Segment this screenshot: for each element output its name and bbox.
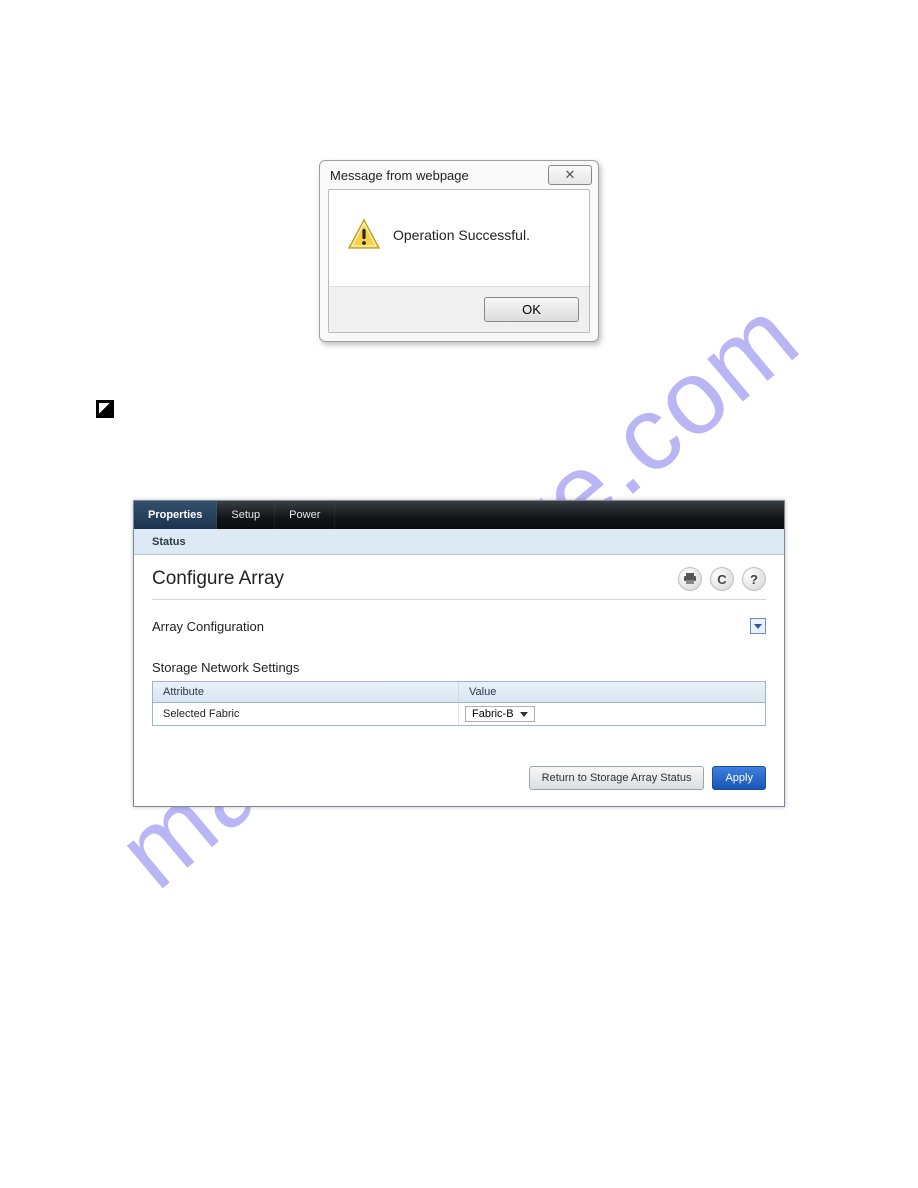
panel-header: Configure Array C ? <box>152 567 766 600</box>
dialog-message-row: Operation Successful. <box>329 190 589 286</box>
close-icon: ✕ <box>565 167 576 183</box>
panel-footer: Return to Storage Array Status Apply <box>152 766 766 790</box>
configure-array-panel: Properties Setup Power Status Configure … <box>133 500 785 807</box>
subheading-storage-network: Storage Network Settings <box>152 660 766 675</box>
dialog-title-text: Message from webpage <box>330 168 469 183</box>
dialog-footer: OK <box>329 286 589 332</box>
settings-table: Attribute Value Selected Fabric Fabric-B <box>152 681 766 726</box>
header-icon-group: C ? <box>678 567 766 591</box>
dialog-body: Operation Successful. OK <box>328 189 590 333</box>
panel-inner: Configure Array C ? Array Configuration … <box>134 555 784 806</box>
section-array-configuration: Array Configuration <box>152 618 766 634</box>
refresh-icon[interactable]: C <box>710 567 734 591</box>
dialog-body-outer: Operation Successful. OK <box>320 189 598 341</box>
tab-power[interactable]: Power <box>275 501 335 529</box>
fabric-select[interactable]: Fabric-B <box>465 706 535 722</box>
table-header-row: Attribute Value <box>153 682 765 703</box>
column-header-value: Value <box>459 682 765 702</box>
close-button[interactable]: ✕ <box>548 165 592 185</box>
ok-button[interactable]: OK <box>484 297 579 322</box>
page-title: Configure Array <box>152 568 284 590</box>
tab-properties[interactable]: Properties <box>134 501 217 529</box>
dialog-titlebar: Message from webpage ✕ <box>320 161 598 189</box>
warning-icon <box>347 218 381 252</box>
return-button[interactable]: Return to Storage Array Status <box>529 766 705 790</box>
table-row: Selected Fabric Fabric-B <box>153 703 765 725</box>
message-dialog: Message from webpage ✕ Operation Success… <box>319 160 599 342</box>
cell-attribute: Selected Fabric <box>153 703 459 725</box>
note-icon <box>96 400 114 418</box>
tab-bar: Properties Setup Power <box>134 501 784 529</box>
subtab-status[interactable]: Status <box>134 529 784 555</box>
print-icon[interactable] <box>678 567 702 591</box>
chevron-down-icon <box>520 712 528 717</box>
help-icon[interactable]: ? <box>742 567 766 591</box>
fabric-select-value: Fabric-B <box>472 708 514 720</box>
cell-value: Fabric-B <box>459 703 765 725</box>
dialog-message-text: Operation Successful. <box>393 227 530 243</box>
collapse-toggle[interactable] <box>750 618 766 634</box>
tab-setup[interactable]: Setup <box>217 501 275 529</box>
section-title: Array Configuration <box>152 619 264 634</box>
column-header-attribute: Attribute <box>153 682 459 702</box>
apply-button[interactable]: Apply <box>712 766 766 790</box>
